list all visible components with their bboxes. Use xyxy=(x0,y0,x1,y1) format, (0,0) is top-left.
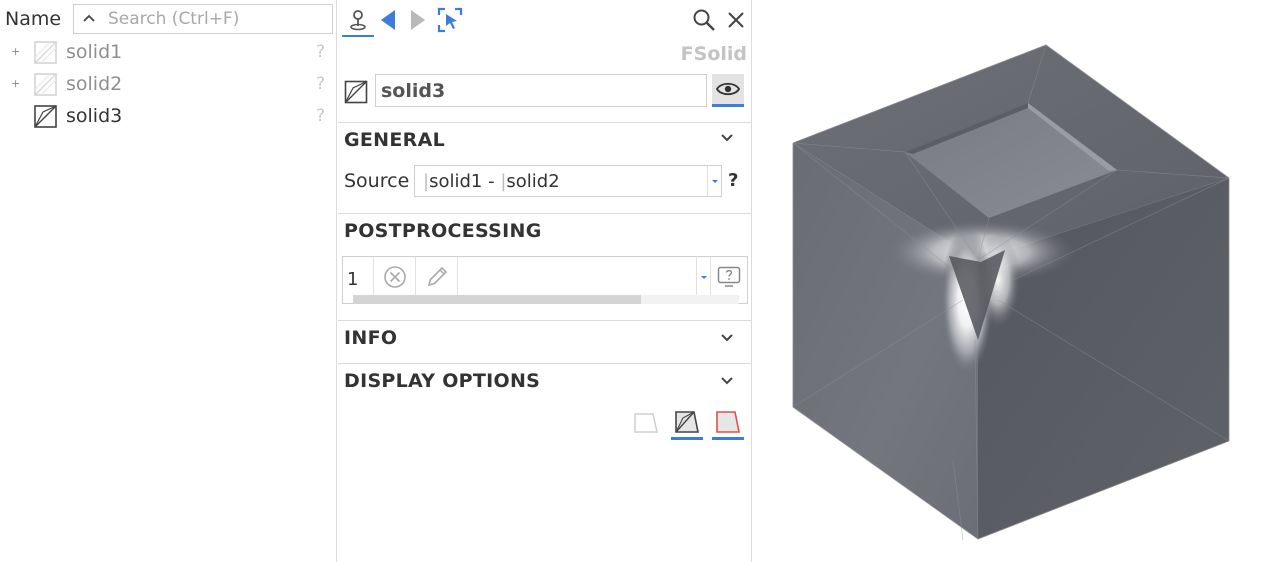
postprocessing-index: 1 xyxy=(347,269,359,290)
visibility-toggle[interactable] xyxy=(712,74,744,107)
eye-icon xyxy=(716,82,740,96)
forward-button[interactable] xyxy=(402,4,434,36)
help-indicator: ? xyxy=(316,42,326,62)
source-value: |solid1 - |solid2 xyxy=(423,171,560,192)
section-divider xyxy=(338,363,752,364)
close-icon xyxy=(728,12,744,28)
help-indicator: ? xyxy=(316,74,326,94)
dropdown-arrow[interactable] xyxy=(696,257,710,295)
solid-icon xyxy=(344,80,368,104)
section-header-info[interactable]: INFO xyxy=(344,327,397,349)
section-header-display-options[interactable]: DISPLAY OPTIONS xyxy=(344,370,540,392)
back-arrow-icon xyxy=(381,10,395,30)
cube-model-render[interactable] xyxy=(753,0,1284,562)
postprocessing-help-button[interactable] xyxy=(715,263,743,291)
tree-item-solid2[interactable]: + solid2 ? xyxy=(0,68,337,100)
postprocessing-select[interactable] xyxy=(457,257,711,295)
display-edges-button[interactable] xyxy=(712,406,744,440)
edges-icon xyxy=(716,410,740,433)
chevron-down-icon[interactable] xyxy=(720,133,734,143)
sort-toggle-button[interactable] xyxy=(73,4,105,34)
scrollbar-thumb[interactable] xyxy=(353,295,641,304)
display-surface-button[interactable] xyxy=(630,406,662,440)
select-target-icon xyxy=(437,7,463,33)
tree-item-label: solid3 xyxy=(66,105,123,127)
section-divider xyxy=(338,213,752,214)
section-header-postprocessing[interactable]: POSTPROCESSING xyxy=(344,220,542,242)
section-divider xyxy=(338,122,752,123)
select-target-button[interactable] xyxy=(434,4,466,36)
pin-button[interactable] xyxy=(342,4,374,37)
remove-button[interactable] xyxy=(373,257,415,297)
search-button[interactable] xyxy=(688,4,720,36)
section-header-general[interactable]: GENERAL xyxy=(344,129,445,151)
search-input[interactable] xyxy=(104,4,333,34)
display-wireframe-button[interactable] xyxy=(671,406,703,440)
tree-item-solid3[interactable]: solid3 ? xyxy=(0,100,337,132)
help-monitor-icon xyxy=(717,266,741,287)
dropdown-arrow[interactable] xyxy=(707,166,721,196)
object-tree-panel: Name + solid1 ? + solid2 ? xyxy=(0,0,337,562)
back-button[interactable] xyxy=(372,4,404,36)
solid-icon xyxy=(34,41,57,64)
expand-toggle[interactable]: + xyxy=(11,77,20,90)
tree-item-label: solid2 xyxy=(66,73,123,95)
tree-header: Name xyxy=(0,4,337,34)
name-column-header[interactable]: Name xyxy=(5,8,61,30)
chevron-down-icon[interactable] xyxy=(720,376,734,386)
chevron-down-icon[interactable] xyxy=(720,333,734,343)
object-name-row xyxy=(338,72,752,112)
source-help-button[interactable]: ? xyxy=(728,170,738,191)
pencil-icon xyxy=(427,266,447,287)
surface-icon xyxy=(634,413,658,433)
wireframe-icon xyxy=(675,410,699,433)
close-button[interactable] xyxy=(720,4,752,36)
solid-icon xyxy=(34,73,57,96)
object-type-label: FSolid xyxy=(680,43,747,65)
help-indicator: ? xyxy=(316,106,326,126)
expand-toggle[interactable]: + xyxy=(11,45,20,58)
chevron-up-icon xyxy=(83,14,95,22)
object-name-input[interactable] xyxy=(375,74,707,107)
source-select[interactable]: |solid1 - |solid2 xyxy=(414,165,722,197)
forward-arrow-icon xyxy=(411,10,425,30)
3d-viewport[interactable] xyxy=(753,0,1284,562)
source-label: Source xyxy=(344,170,410,192)
property-toolbar xyxy=(338,0,752,40)
search-icon xyxy=(693,9,715,31)
horizontal-scrollbar[interactable] xyxy=(353,295,739,304)
remove-circle-icon xyxy=(383,266,406,288)
tree-item-label: solid1 xyxy=(66,41,123,63)
solid-icon xyxy=(34,105,57,128)
edit-button[interactable] xyxy=(415,257,457,297)
postprocessing-list: 1 xyxy=(342,256,748,304)
section-divider xyxy=(338,320,752,321)
tree-item-solid1[interactable]: + solid1 ? xyxy=(0,36,337,68)
pin-icon xyxy=(350,9,366,30)
property-panel: FSolid GENERAL Source |solid1 - |solid2 … xyxy=(338,0,752,562)
